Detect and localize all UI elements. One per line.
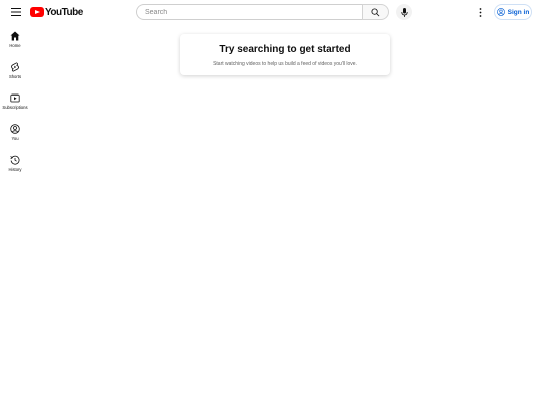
sidebar-item-you[interactable]: You [0,121,30,152]
mini-guide: Home Shorts Subscriptions You History [0,28,30,183]
sidebar-item-label: You [11,136,19,141]
sign-in-label: Sign in [507,8,530,16]
microphone-icon [400,7,408,17]
subscriptions-icon [10,93,20,103]
hamburger-menu-icon [11,8,21,16]
history-icon [10,155,20,165]
search-input[interactable] [136,4,362,20]
you-icon [10,124,20,134]
empty-feed-prompt: Try searching to get started Start watch… [180,34,390,75]
sign-in-button[interactable]: Sign in [494,4,532,20]
sidebar-item-home[interactable]: Home [0,28,30,59]
youtube-play-icon [30,7,44,17]
youtube-logo[interactable]: YouTube [30,6,83,18]
search-box [136,4,390,20]
settings-more-button[interactable] [472,4,488,20]
prompt-subtitle: Start watching videos to help us build a… [213,61,357,67]
account-circle-icon [496,8,505,16]
search-button[interactable] [362,4,389,20]
home-icon [10,31,20,41]
sidebar-item-subscriptions[interactable]: Subscriptions [0,90,30,121]
masthead: YouTube Sign in [0,0,540,24]
sidebar-item-label: Subscriptions [2,105,28,110]
sidebar-item-label: Home [9,43,21,48]
search-icon [371,7,380,16]
more-vertical-icon [479,7,481,17]
logo-text: YouTube [45,6,83,18]
voice-search-button[interactable] [396,4,412,20]
sidebar-item-shorts[interactable]: Shorts [0,59,30,90]
shorts-icon [11,62,19,72]
sidebar-item-history[interactable]: History [0,152,30,183]
sidebar-item-label: History [8,167,22,172]
sidebar-item-label: Shorts [8,74,22,79]
prompt-title: Try searching to get started [219,44,351,55]
guide-menu-button[interactable] [8,4,24,20]
